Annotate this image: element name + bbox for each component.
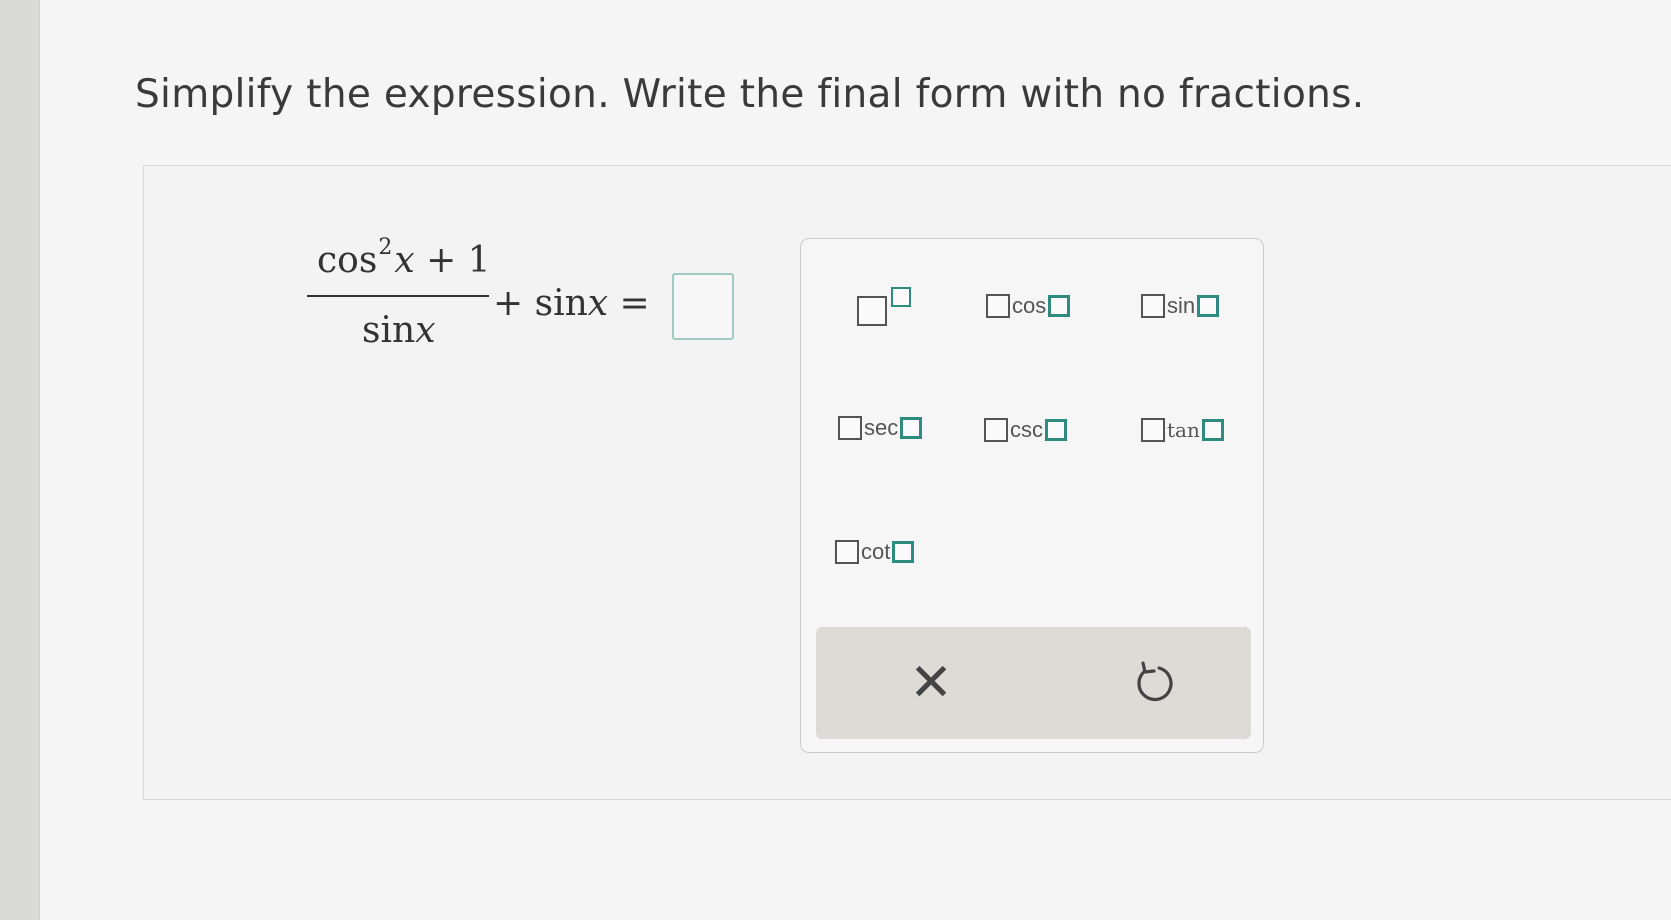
sec-arg-left-icon — [838, 416, 862, 440]
exponent-placeholder-icon — [891, 287, 911, 307]
numerator-func: cos — [317, 240, 378, 281]
equals-sign: = — [619, 283, 650, 324]
cot-arg-left-icon — [835, 540, 859, 564]
undo-svg — [1137, 661, 1173, 702]
sin-key[interactable]: sin — [1141, 293, 1220, 319]
cos-arg-left-icon — [986, 294, 1010, 318]
close-icon[interactable]: ✕ — [901, 655, 961, 715]
rest-var: x — [587, 283, 609, 324]
fraction-bar — [307, 295, 489, 297]
palette-footer: ✕ — [816, 627, 1251, 739]
exponent-key[interactable] — [857, 281, 927, 327]
cot-label: cot — [861, 539, 891, 564]
csc-arg-right-icon — [1045, 419, 1067, 441]
tan-arg-left-icon — [1141, 418, 1165, 442]
sin-arg-right-icon — [1197, 295, 1220, 317]
undo-icon[interactable] — [1129, 657, 1179, 712]
cot-arg-right-icon — [892, 541, 915, 563]
numerator-rest: + 1 — [426, 240, 491, 281]
math-palette: cos sin sec csc tan cot ✕ — [800, 238, 1264, 753]
denominator: sinx — [362, 310, 436, 351]
sec-label: sec — [864, 415, 899, 440]
denominator-var: x — [415, 310, 436, 351]
left-edge — [0, 0, 40, 920]
expression-rest: + sinx = — [493, 283, 650, 324]
cos-label: cos — [1012, 293, 1047, 318]
question-text: Simplify the expression. Write the final… — [135, 72, 1365, 117]
sec-key[interactable]: sec — [838, 415, 923, 441]
sin-arg-left-icon — [1141, 294, 1165, 318]
numerator-exponent: 2 — [378, 235, 393, 260]
sin-label: sin — [1167, 293, 1196, 318]
denominator-func: sin — [362, 310, 416, 351]
csc-arg-left-icon — [984, 418, 1008, 442]
numerator: cos2x + 1 — [317, 235, 491, 281]
tan-key[interactable]: tan — [1141, 418, 1224, 442]
answer-input-box[interactable] — [672, 273, 734, 340]
csc-label: csc — [1010, 417, 1043, 442]
csc-key[interactable]: csc — [984, 417, 1067, 443]
cot-key[interactable]: cot — [835, 539, 915, 565]
cos-arg-right-icon — [1048, 295, 1071, 317]
plus-sin: + sin — [493, 283, 588, 324]
sec-arg-right-icon — [900, 417, 923, 439]
numerator-var: x — [394, 240, 415, 281]
cos-key[interactable]: cos — [986, 293, 1071, 319]
tan-arg-right-icon — [1201, 419, 1224, 441]
tan-label: tan — [1167, 418, 1200, 442]
base-placeholder-icon — [857, 296, 887, 326]
